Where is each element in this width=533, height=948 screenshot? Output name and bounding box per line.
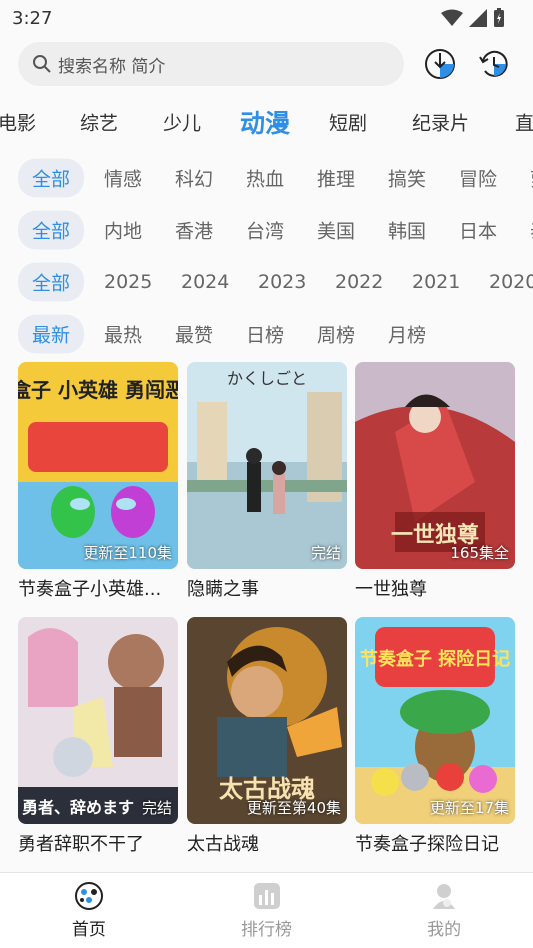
sort-chip[interactable]: 最赞 — [161, 315, 227, 354]
nav-home[interactable]: 首页 — [0, 873, 178, 948]
profile-icon — [433, 884, 456, 909]
tab-live[interactable]: 直 — [515, 109, 533, 136]
content-card[interactable]: 太古战魂 更新至第40集 太古战魂 — [187, 617, 347, 856]
status-bar: 3:27 — [0, 0, 533, 36]
region-chip[interactable]: 香港 — [161, 211, 227, 250]
year-chip[interactable]: 2021 — [398, 265, 474, 299]
episode-badge: 更新至110集 — [83, 544, 172, 562]
content-card[interactable]: 节奏盒子 探险日记 更新至17集 节奏盒子探险日记 — [355, 617, 515, 856]
region-chip[interactable]: 日本 — [445, 211, 511, 250]
sort-chip[interactable]: 最热 — [90, 315, 156, 354]
content-card[interactable]: 勇者、辞めます 完结 勇者辞职不干了 — [18, 617, 178, 856]
content-card[interactable]: 一世独尊 165集全 一世独尊 — [355, 362, 515, 601]
history-icon — [479, 50, 508, 77]
download-button[interactable] — [422, 46, 458, 82]
tab-variety[interactable]: 综艺 — [80, 109, 118, 136]
genre-chip[interactable]: 推理 — [303, 159, 369, 198]
search-input[interactable]: 搜索名称 简介 — [18, 42, 404, 86]
year-chip[interactable]: 2020 — [475, 265, 533, 299]
genre-chip[interactable]: 情感 — [90, 159, 156, 198]
tab-short-drama[interactable]: 短剧 — [329, 109, 367, 136]
episode-badge: 更新至第40集 — [246, 799, 341, 817]
region-chip[interactable]: 韩国 — [374, 211, 440, 250]
poster-image: 一世独尊 — [355, 362, 515, 569]
region-chip[interactable]: 台湾 — [232, 211, 298, 250]
bottom-nav: 首页 排行榜 我的 — [0, 872, 533, 948]
poster: かくしごと 完结 — [187, 362, 347, 569]
search-row: 搜索名称 简介 — [0, 36, 533, 92]
nav-ranking[interactable]: 排行榜 — [178, 873, 356, 948]
download-icon — [425, 49, 455, 79]
home-icon — [74, 882, 103, 910]
sort-filter: 最新 最热 最赞 日榜 周榜 月榜 — [0, 308, 533, 360]
status-icons — [441, 8, 505, 28]
poster-image: 太古战魂 — [187, 617, 347, 824]
poster: 节奏盒子 小英雄 勇闯恶魔关 更新至110集 — [18, 362, 178, 569]
region-chip[interactable]: 美国 — [303, 211, 369, 250]
poster: 一世独尊 165集全 — [355, 362, 515, 569]
genre-chip-all[interactable]: 全部 — [18, 158, 85, 198]
genre-chip[interactable]: 萝 — [516, 159, 533, 198]
category-tabs: 电影 综艺 少儿 动漫 短剧 纪录片 直 — [0, 92, 533, 152]
card-title: 隐瞒之事 — [187, 579, 259, 600]
region-chip[interactable]: 内地 — [90, 211, 156, 250]
nav-profile[interactable]: 我的 — [355, 873, 533, 948]
nav-label: 我的 — [427, 920, 462, 940]
episode-badge: 完结 — [141, 799, 172, 817]
episode-badge: 完结 — [310, 544, 341, 562]
year-filter: 全部 2025 2024 2023 2022 2021 2020 — [0, 256, 533, 308]
poster-text: 节奏盒子 小英雄 勇闯恶魔关 — [18, 378, 178, 402]
tab-movie[interactable]: 电影 — [0, 109, 36, 136]
region-chip[interactable]: 泰 — [516, 211, 533, 250]
genre-chip[interactable]: 热血 — [232, 159, 298, 198]
signal-icon — [469, 9, 487, 27]
tab-documentary[interactable]: 纪录片 — [412, 109, 469, 136]
genre-chip[interactable]: 科幻 — [161, 159, 227, 198]
card-title: 一世独尊 — [355, 579, 427, 600]
wifi-icon — [441, 9, 463, 26]
poster: 节奏盒子 探险日记 更新至17集 — [355, 617, 515, 824]
poster-image: 节奏盒子 探险日记 — [355, 617, 515, 824]
year-chip[interactable]: 2023 — [244, 265, 320, 299]
search-icon — [33, 55, 51, 73]
poster-text: 勇者、辞めます — [22, 798, 134, 817]
content-card[interactable]: 节奏盒子 小英雄 勇闯恶魔关 更新至110集 节奏盒子小英雄... — [18, 362, 178, 601]
region-filter: 全部 内地 香港 台湾 美国 韩国 日本 泰 — [0, 204, 533, 256]
card-title: 节奏盒子探险日记 — [355, 834, 499, 855]
card-title: 节奏盒子小英雄... — [18, 579, 162, 600]
episode-badge: 165集全 — [450, 544, 509, 562]
sort-chip[interactable]: 周榜 — [303, 315, 369, 354]
card-title: 勇者辞职不干了 — [18, 834, 144, 855]
region-chip-all[interactable]: 全部 — [18, 210, 85, 250]
genre-chip[interactable]: 搞笑 — [374, 159, 440, 198]
genre-chip[interactable]: 冒险 — [445, 159, 511, 198]
status-time: 3:27 — [12, 7, 53, 29]
sort-chip-latest[interactable]: 最新 — [18, 314, 85, 354]
poster-image: 节奏盒子 小英雄 勇闯恶魔关 — [18, 362, 178, 569]
sort-chip[interactable]: 日榜 — [232, 315, 298, 354]
poster: 太古战魂 更新至第40集 — [187, 617, 347, 824]
card-title: 太古战魂 — [187, 834, 259, 855]
content-card[interactable]: かくしごと 完结 隐瞒之事 — [187, 362, 347, 601]
year-chip[interactable]: 2024 — [167, 265, 243, 299]
year-chip[interactable]: 2025 — [90, 265, 166, 299]
poster-text: 节奏盒子 探险日记 — [360, 648, 510, 670]
poster-text: かくしごと — [227, 369, 307, 388]
year-chip-all[interactable]: 全部 — [18, 262, 85, 302]
ranking-icon — [253, 883, 280, 909]
search-placeholder: 搜索名称 简介 — [58, 56, 166, 77]
poster-image: 勇者、辞めます — [18, 617, 178, 824]
sort-chip[interactable]: 月榜 — [374, 315, 440, 354]
genre-filter: 全部 情感 科幻 热血 推理 搞笑 冒险 萝 — [0, 152, 533, 204]
episode-badge: 更新至17集 — [429, 799, 509, 817]
year-chip[interactable]: 2022 — [321, 265, 397, 299]
poster: 勇者、辞めます 完结 — [18, 617, 178, 824]
poster-image: かくしごと — [187, 362, 347, 569]
nav-label: 排行榜 — [241, 920, 292, 940]
history-button[interactable] — [476, 46, 512, 82]
nav-label: 首页 — [71, 920, 106, 940]
battery-icon — [494, 8, 504, 27]
tab-anime[interactable]: 动漫 — [240, 104, 290, 140]
tab-kids[interactable]: 少儿 — [163, 109, 201, 136]
